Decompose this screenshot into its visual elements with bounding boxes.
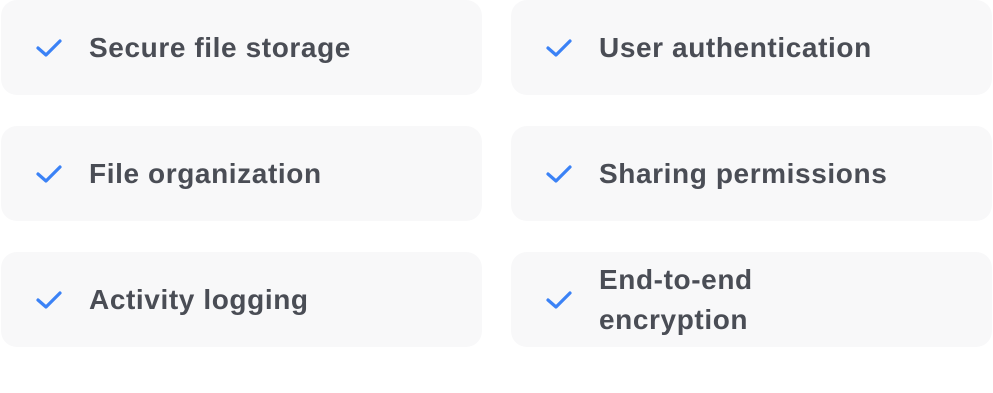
feature-card-user-authentication: User authentication: [511, 0, 992, 95]
feature-card-file-organization: File organization: [1, 126, 482, 221]
feature-card-sharing-permissions: Sharing permissions: [511, 126, 992, 221]
feature-label: Activity logging: [89, 283, 309, 315]
feature-label: File organization: [89, 157, 322, 189]
check-icon: [34, 37, 64, 59]
check-icon: [544, 37, 574, 59]
check-icon: [34, 289, 64, 311]
check-icon: [544, 163, 574, 185]
feature-label: Secure file storage: [89, 31, 351, 63]
feature-card-activity-logging: Activity logging: [1, 252, 482, 347]
feature-card-end-to-end-encryption: End-to-end encryption: [511, 252, 992, 347]
check-icon: [34, 163, 64, 185]
feature-grid: Secure file storage User authentication …: [1, 0, 992, 393]
feature-label: End-to-end encryption: [599, 263, 753, 335]
check-icon: [544, 289, 574, 311]
feature-label: Sharing permissions: [599, 157, 888, 189]
feature-label: User authentication: [599, 31, 872, 63]
feature-card-secure-file-storage: Secure file storage: [1, 0, 482, 95]
